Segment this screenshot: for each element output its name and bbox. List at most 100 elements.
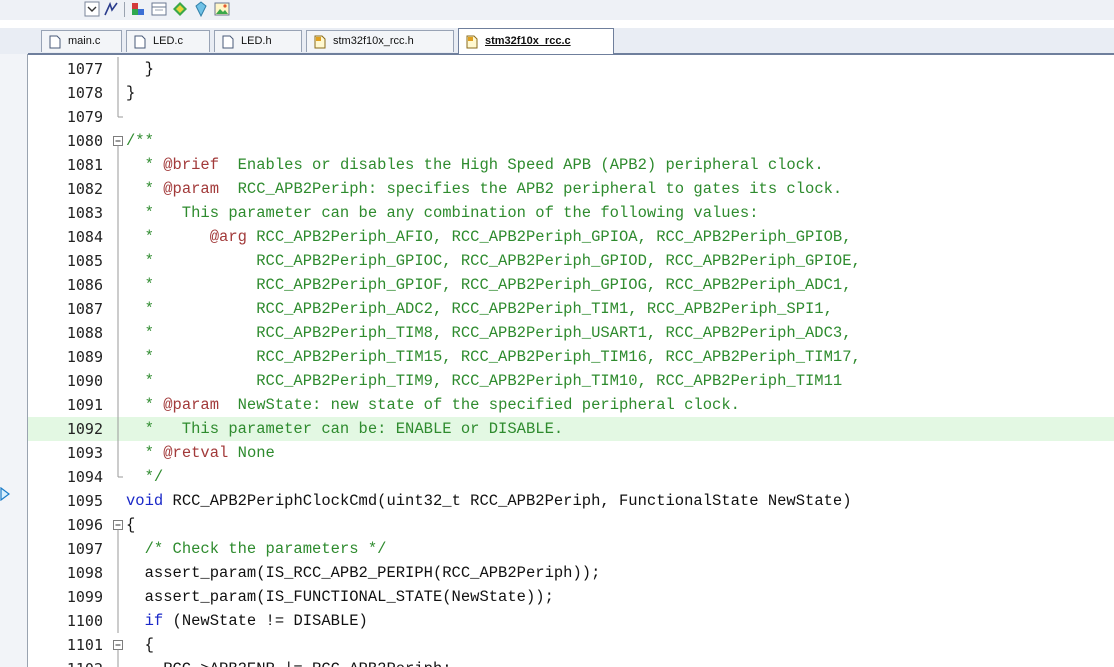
code-token: RCC->APB2ENR |= RCC_APB2Periph; — [126, 660, 451, 667]
code-line[interactable]: 1090 * RCC_APB2Periph_TIM9, RCC_APB2Peri… — [28, 369, 1114, 393]
line-number: 1084 — [66, 228, 103, 246]
line-number: 1088 — [66, 324, 103, 342]
tab-led-c[interactable]: LED.c — [126, 30, 210, 52]
comment-token: Enables or disables the High Speed APB (… — [219, 156, 824, 174]
code-line[interactable]: 1093 * @retval None — [28, 441, 1114, 465]
comment-token: * — [126, 156, 164, 174]
doc-tag-token: @arg — [209, 228, 247, 246]
line-number: 1102 — [28, 657, 103, 667]
line-number: 1090 — [66, 372, 103, 390]
code-text: } — [126, 81, 135, 105]
code-text: * RCC_APB2Periph_GPIOC, RCC_APB2Periph_G… — [126, 249, 861, 273]
code-line[interactable]: 1080 /** — [28, 129, 1114, 153]
c-file-icon — [49, 35, 61, 49]
diamond-icon[interactable] — [172, 1, 188, 17]
code-line[interactable]: 1088 * RCC_APB2Periph_TIM8, RCC_APB2Peri… — [28, 321, 1114, 345]
line-number: 1078 — [66, 84, 103, 102]
tab-stm32f10x-rcc-h[interactable]: stm32f10x_rcc.h — [306, 30, 454, 52]
code-line[interactable]: 1086 * RCC_APB2Periph_GPIOF, RCC_APB2Per… — [28, 273, 1114, 297]
comment-token: * RCC_APB2Periph_TIM8, RCC_APB2Periph_US… — [126, 324, 852, 342]
line-number: 1098 — [66, 564, 103, 582]
fold-end-icon — [110, 105, 128, 129]
code-text: * @brief Enables or disables the High Sp… — [126, 153, 824, 177]
line-number: 1080 — [66, 132, 103, 150]
comment-token: NewState: new state of the specified per… — [219, 396, 740, 414]
code-text: * RCC_APB2Periph_TIM9, RCC_APB2Periph_TI… — [126, 369, 843, 393]
split-icon[interactable] — [103, 1, 119, 17]
line-number: 1095 — [66, 492, 103, 510]
gem-icon[interactable] — [193, 1, 209, 17]
line-number: 1081 — [66, 156, 103, 174]
doc-tag-token: @param — [163, 180, 220, 198]
code-text: * @param RCC_APB2Periph: specifies the A… — [126, 177, 843, 201]
code-line[interactable]: 1092 * This parameter can be: ENABLE or … — [28, 417, 1114, 441]
tab-stm32f10x-rcc-c[interactable]: stm32f10x_rcc.c — [458, 28, 614, 54]
code-token: { — [126, 636, 154, 654]
image-icon[interactable] — [214, 1, 230, 17]
line-number: 1093 — [66, 444, 103, 462]
code-line[interactable]: 1100 if (NewState != DISABLE) — [28, 609, 1114, 633]
source-file-icon — [466, 35, 478, 49]
code-line[interactable]: 1084 * @arg RCC_APB2Periph_AFIO, RCC_APB… — [28, 225, 1114, 249]
tab-main-c[interactable]: main.c — [41, 30, 122, 52]
line-number: 1099 — [66, 588, 103, 606]
doc-tag-token: @param — [163, 396, 220, 414]
code-line[interactable]: 1077 } — [28, 57, 1114, 81]
code-text: RCC->APB2ENR |= RCC_APB2Periph; — [126, 657, 451, 667]
code-line[interactable]: 1101 { — [28, 633, 1114, 657]
toolbar-separator — [124, 2, 125, 17]
comment-token: RCC_APB2Periph_AFIO, RCC_APB2Periph_GPIO… — [246, 228, 852, 246]
line-number: 1094 — [66, 468, 103, 486]
code-line[interactable]: 1082 * @param RCC_APB2Periph: specifies … — [28, 177, 1114, 201]
code-line[interactable]: 1099 assert_param(IS_FUNCTIONAL_STATE(Ne… — [28, 585, 1114, 609]
code-text: /** — [126, 129, 154, 153]
line-number: 1100 — [66, 612, 103, 630]
code-line[interactable]: 1097 /* Check the parameters */ — [28, 537, 1114, 561]
code-line[interactable]: 1102 RCC->APB2ENR |= RCC_APB2Periph; — [28, 657, 1114, 667]
comment-token: * This parameter can be any combination … — [126, 204, 759, 222]
comment-token: * RCC_APB2Periph_GPIOC, RCC_APB2Periph_G… — [126, 252, 861, 270]
code-token: } — [126, 84, 136, 102]
comment-token: * This parameter can be: ENABLE or DISAB… — [126, 420, 564, 438]
build-icon[interactable] — [130, 1, 146, 17]
window-icon[interactable] — [151, 1, 167, 17]
tab-label: stm32f10x_rcc.h — [333, 35, 414, 47]
line-number: 1092 — [66, 420, 103, 438]
code-text: * This parameter can be: ENABLE or DISAB… — [126, 417, 564, 441]
comment-token: * RCC_APB2Periph_TIM9, RCC_APB2Periph_TI… — [126, 372, 843, 390]
code-line[interactable]: 1096 { — [28, 513, 1114, 537]
code-token: { — [126, 516, 136, 534]
line-number: 1082 — [66, 180, 103, 198]
code-line[interactable]: 1079 — [28, 105, 1114, 129]
comment-token: None — [228, 444, 275, 462]
tab-led-h[interactable]: LED.h — [214, 30, 302, 52]
code-token: } — [126, 60, 154, 78]
code-token: (NewState != DISABLE) — [163, 612, 368, 630]
code-text: * RCC_APB2Periph_TIM15, RCC_APB2Periph_T… — [126, 345, 861, 369]
code-token: RCC_APB2PeriphClockCmd(uint32_t RCC_APB2… — [163, 492, 852, 510]
code-line[interactable]: 1089 * RCC_APB2Periph_TIM15, RCC_APB2Per… — [28, 345, 1114, 369]
code-line[interactable]: 1091 * @param NewState: new state of the… — [28, 393, 1114, 417]
code-editor[interactable]: 1077 } 1078} 1079 1080/** 1081 * @brief Enab… — [28, 55, 1114, 667]
code-text: * @retval None — [126, 441, 275, 465]
keyword-token: void — [126, 492, 164, 510]
code-line[interactable]: 1095 void RCC_APB2PeriphClockCmd(uint32_t… — [28, 489, 1114, 513]
code-line[interactable]: 1085 * RCC_APB2Periph_GPIOC, RCC_APB2Per… — [28, 249, 1114, 273]
code-text: } — [126, 57, 154, 81]
dropdown-icon[interactable] — [84, 1, 100, 17]
code-line[interactable]: 1087 * RCC_APB2Periph_ADC2, RCC_APB2Peri… — [28, 297, 1114, 321]
code-line[interactable]: 1083 * This parameter can be any combina… — [28, 201, 1114, 225]
line-number: 1086 — [66, 276, 103, 294]
code-text: * RCC_APB2Periph_TIM8, RCC_APB2Periph_US… — [126, 321, 852, 345]
code-text: { — [126, 513, 135, 537]
code-token: assert_param(IS_FUNCTIONAL_STATE(NewStat… — [126, 588, 554, 606]
code-line[interactable]: 1081 * @brief Enables or disables the Hi… — [28, 153, 1114, 177]
comment-token: * — [126, 444, 164, 462]
code-line[interactable]: 1078} — [28, 81, 1114, 105]
doc-tag-token: @brief — [163, 156, 220, 174]
line-number: 1085 — [66, 252, 103, 270]
code-line[interactable]: 1098 assert_param(IS_RCC_APB2_PERIPH(RCC… — [28, 561, 1114, 585]
code-line[interactable]: 1094 */ — [28, 465, 1114, 489]
code-text: * RCC_APB2Periph_ADC2, RCC_APB2Periph_TI… — [126, 297, 833, 321]
